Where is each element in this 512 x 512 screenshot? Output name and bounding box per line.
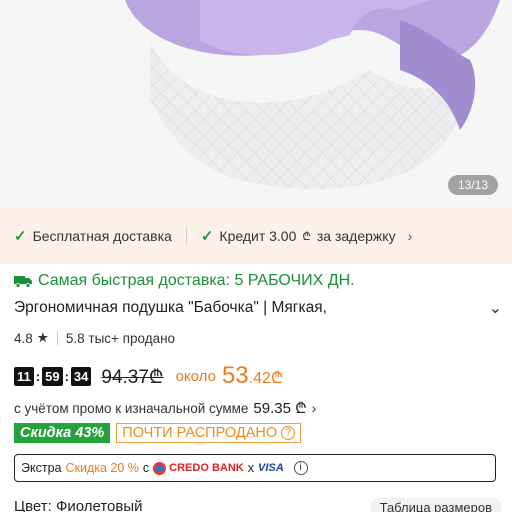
timer-seconds: 34	[70, 366, 92, 386]
almost-sold-out-badge[interactable]: ПОЧТИ РАСПРОДАНО ?	[116, 423, 302, 443]
approx-label: около	[175, 367, 216, 385]
promo-price-row[interactable]: с учётом промо к изначальной сумме 59.35…	[14, 398, 316, 418]
almost-sold-out-label: ПОЧТИ РАСПРОДАНО	[122, 425, 278, 441]
timer-colon: :	[64, 368, 69, 384]
extra-discount-banner[interactable]: Экстра Скидка 20 % с CREDO BANK x VISA i	[14, 454, 496, 482]
extra-with: с	[142, 461, 150, 475]
price-row: 11 : 59 : 34 94.37₾ около 53.42₾	[14, 362, 283, 390]
check-icon: ✓	[14, 228, 27, 245]
perks-strip[interactable]: ✓ Бесплатная доставка ✓ Кредит 3.00 ₾ за…	[0, 208, 512, 264]
product-title-row[interactable]: Эргономичная подушка "Бабочка" | Мягкая,…	[14, 298, 502, 318]
chevron-right-icon: ›	[407, 228, 413, 244]
size-table-button[interactable]: Таблица размеров	[369, 498, 502, 512]
credit-suffix: за задержку	[316, 228, 396, 244]
old-price: 94.37₾	[101, 367, 164, 388]
rating-row[interactable]: 4.8 ★ 5.8 тыс+ продано	[14, 330, 175, 346]
timer-hours: 11	[14, 366, 34, 386]
info-icon[interactable]: i	[293, 461, 308, 475]
divider	[56, 331, 58, 345]
chevron-right-icon: ›	[311, 400, 317, 416]
free-delivery-perk[interactable]: ✓ Бесплатная доставка	[14, 227, 172, 245]
badges-row: Скидка 43% ПОЧТИ РАСПРОДАНО ?	[14, 423, 302, 443]
star-icon: ★	[36, 330, 49, 345]
credit-perk[interactable]: ✓ Кредит 3.00 ₾ за задержку ›	[201, 227, 412, 245]
product-page: 13/13 ✓ Бесплатная доставка ✓ Кредит 3.0…	[0, 0, 512, 512]
chevron-down-icon[interactable]: ⌄	[489, 298, 502, 318]
credit-label: Кредит 3.00	[219, 228, 297, 244]
divider	[185, 227, 187, 245]
countdown-timer: 11 : 59 : 34	[14, 366, 92, 386]
promo-text: с учётом промо к изначальной сумме	[14, 400, 249, 416]
question-icon[interactable]: ?	[281, 426, 296, 440]
extra-x: x	[247, 461, 254, 475]
image-counter: 13/13	[447, 175, 498, 195]
rating-value: 4.8	[14, 330, 33, 346]
check-icon: ✓	[200, 228, 214, 245]
fast-delivery-banner: Самая быстрая доставка: 5 РАБОЧИХ ДН.	[14, 272, 355, 290]
extra-discount: Скидка 20 %	[65, 461, 139, 475]
promo-amount: 59.35 ₾	[253, 400, 307, 417]
truck-icon	[14, 276, 32, 288]
current-price: 53.42₾	[221, 362, 284, 389]
credo-bank-logo: CREDO BANK	[153, 461, 244, 475]
currency-sign: ₾	[302, 230, 311, 243]
timer-minutes: 59	[42, 366, 63, 386]
visa-logo: VISA	[257, 462, 284, 474]
color-label: Цвет: Фиолетовый	[14, 498, 143, 512]
extra-label: Экстра	[21, 461, 62, 475]
discount-badge: Скидка 43%	[14, 423, 111, 443]
free-delivery-label: Бесплатная доставка	[32, 228, 172, 244]
credo-bank-icon	[153, 461, 167, 475]
product-title: Эргономичная подушка "Бабочка" | Мягкая,	[14, 299, 327, 316]
pillow-image	[125, 0, 500, 190]
product-image-gallery[interactable]: 13/13	[0, 0, 512, 208]
timer-colon: :	[35, 368, 41, 384]
fast-delivery-text: Самая быстрая доставка: 5 РАБОЧИХ ДН.	[38, 272, 355, 289]
variant-row: Цвет: Фиолетовый Таблица размеров	[14, 498, 502, 512]
sold-count: 5.8 тыс+ продано	[65, 330, 176, 346]
